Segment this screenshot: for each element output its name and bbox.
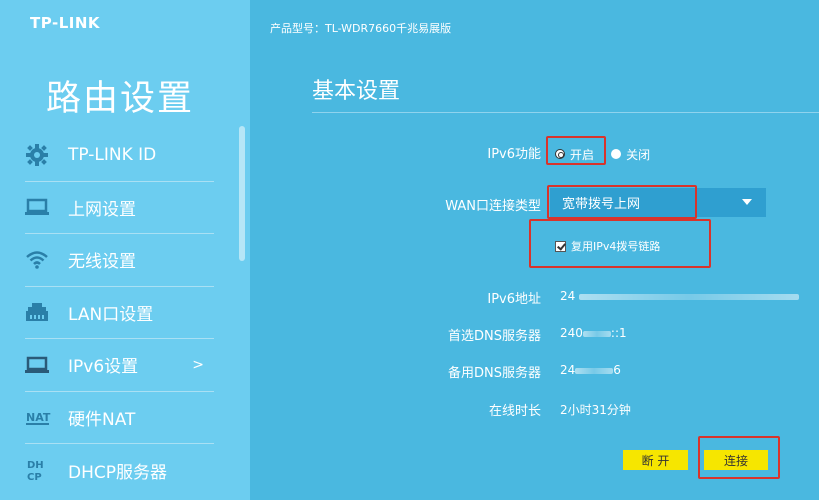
online-time-value: 2小时31分钟 — [560, 403, 631, 417]
wan-type-value: 宽带拨号上网 — [562, 197, 641, 212]
redacted-value — [575, 367, 614, 374]
online-time-label: 在线时长 — [488, 404, 541, 419]
connect-button[interactable]: 连接 — [704, 450, 768, 470]
sidebar-scrollbar[interactable] — [239, 126, 245, 261]
redacted-value — [582, 330, 611, 337]
sidebar-item-tp-link-id[interactable]: TP-LINK ID — [25, 129, 214, 182]
sidebar-item-lan[interactable]: LAN口设置 — [25, 287, 214, 339]
primary-dns-value: 240::1 — [560, 326, 627, 340]
reuse-ipv4-checkbox[interactable]: 复用IPv4拨号链路 — [555, 238, 660, 254]
sidebar-item-label: 硬件NAT — [68, 409, 136, 430]
sidebar-title: 路由设置 — [46, 79, 195, 119]
secondary-dns-value: 24 6 — [560, 363, 621, 377]
secondary-dns-suffix: 6 — [613, 363, 621, 377]
wan-type-select[interactable]: 宽带拨号上网 — [550, 188, 766, 217]
checkbox-checked-icon — [555, 240, 566, 252]
nat-icon: NAT — [25, 405, 57, 429]
checkbox-label: 复用IPv4拨号链路 — [571, 240, 661, 253]
laptop-icon — [25, 195, 57, 219]
svg-text:DH: DH — [27, 460, 44, 471]
radio-unchecked-icon — [611, 149, 622, 159]
ipv6-address-value: 24 — [560, 289, 800, 303]
radio-label: 开启 — [570, 147, 595, 162]
ipv6-on-radio[interactable]: 开启 — [555, 146, 594, 163]
tp-link-logo: TP-LINK — [30, 14, 101, 32]
chevron-right-icon: > — [192, 356, 204, 373]
caret-down-icon — [742, 199, 752, 205]
sidebar-item-ipv6[interactable]: IPv6设置 > — [25, 339, 214, 392]
redacted-value — [579, 293, 800, 300]
page-title: 基本设置 — [312, 79, 401, 104]
gear-icon — [25, 143, 57, 167]
laptop-icon — [25, 353, 57, 377]
product-model: 产品型号：TL-WDR7660千兆易展版 — [270, 22, 452, 35]
main-panel: 产品型号：TL-WDR7660千兆易展版 基本设置 IPv6功能 开启 关闭 W… — [250, 0, 819, 500]
title-divider — [312, 112, 819, 113]
radio-label: 关闭 — [626, 147, 651, 162]
sidebar-nav: TP-LINK ID 上网设置 无线设置 LAN口设置 IPv6设置 > NAT… — [25, 129, 214, 497]
top-bar: 产品型号：TL-WDR7660千兆易展版 — [250, 0, 819, 54]
wifi-icon — [25, 248, 57, 272]
nat-icon-text: NAT — [26, 411, 51, 424]
sidebar-item-label: 无线设置 — [68, 252, 136, 273]
sidebar-item-nat[interactable]: NAT 硬件NAT — [25, 392, 214, 444]
ipv6-off-radio[interactable]: 关闭 — [611, 146, 650, 163]
disconnect-button[interactable]: 断 开 — [623, 450, 688, 470]
sidebar-item-label: LAN口设置 — [68, 304, 154, 325]
primary-dns-label: 首选DNS服务器 — [448, 329, 541, 344]
dhcp-icon: DH CP — [25, 458, 57, 483]
radio-checked-icon — [555, 149, 565, 159]
wan-type-label: WAN口连接类型 — [445, 199, 541, 214]
ipv6-address-prefix: 24 — [560, 289, 576, 303]
ipv6-address-label: IPv6地址 — [487, 292, 541, 307]
ipv6-function-label: IPv6功能 — [487, 147, 541, 162]
secondary-dns-label: 备用DNS服务器 — [448, 366, 541, 381]
sidebar-item-label: DHCP服务器 — [68, 462, 167, 483]
ipv6-function-radio-group: 开启 关闭 — [555, 144, 650, 163]
sidebar-item-dhcp[interactable]: DH CP DHCP服务器 — [25, 444, 214, 497]
secondary-dns-prefix: 24 — [560, 363, 576, 377]
sidebar-item-label: 上网设置 — [68, 199, 136, 220]
sidebar-item-label: TP-LINK ID — [68, 144, 157, 165]
sidebar: TP-LINK 路由设置 TP-LINK ID 上网设置 无线设置 LAN口设置 — [0, 0, 250, 500]
primary-dns-prefix: 240 — [560, 326, 583, 340]
sidebar-item-internet[interactable]: 上网设置 — [25, 182, 214, 234]
sidebar-item-wireless[interactable]: 无线设置 — [25, 234, 214, 287]
svg-text:CP: CP — [27, 472, 42, 483]
sidebar-item-label: IPv6设置 — [68, 357, 139, 378]
primary-dns-suffix: ::1 — [610, 326, 627, 340]
lan-port-icon — [25, 300, 57, 324]
